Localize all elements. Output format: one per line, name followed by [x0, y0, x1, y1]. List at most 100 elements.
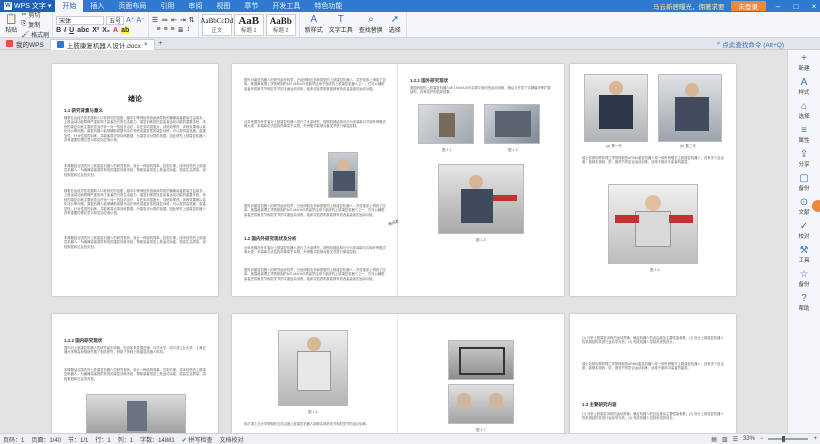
paste-icon: 📋 [5, 14, 18, 25]
zoom-out-icon[interactable]: − [760, 436, 764, 442]
side-backup-2[interactable]: ☆ 备份 [798, 269, 809, 288]
side-styles[interactable]: A 样式 [798, 77, 809, 96]
tab-references[interactable]: 引用 [153, 0, 181, 12]
side-share[interactable]: ⇪ 分享 [798, 149, 809, 168]
page-1[interactable]: 绪论 1.1 研究背景与意义 随着社会经济的发展和人口老龄化的加剧，脑卒中等神经… [52, 64, 218, 296]
status-pages: 页面：1/40 [31, 437, 62, 444]
underline-icon[interactable]: U [69, 27, 74, 34]
page-4[interactable]: (a) 第一代 (b) 第二代 瑞士苏黎世联邦理工学院研制的ARMin康复机器人… [570, 64, 736, 296]
text-tools-label: 文字工具 [328, 28, 353, 34]
font-color-icon[interactable]: A [113, 27, 118, 34]
copy-label: 复制 [28, 23, 41, 29]
font-size-select[interactable]: 五号 [106, 15, 125, 25]
login-button[interactable]: 未登录 [730, 1, 766, 11]
document-tab-bar: 我的WPS 上肢康复机器人设计.docx × + ⌕ 点此查找命令 (Alt+Q… [0, 38, 820, 50]
highlight-icon[interactable]: ab [121, 26, 130, 34]
promo-link[interactable]: 马云新居曝光，佣著求要 [653, 1, 725, 11]
side-backup[interactable]: ▢ 备份 [798, 173, 809, 192]
command-search[interactable]: ⌕ 点此查找命令 (Alt+Q) [717, 39, 784, 49]
section-heading: 1.2.1 国外研究现状 [410, 78, 449, 83]
zoom-level[interactable]: 33% [743, 436, 755, 442]
bold-icon[interactable]: B [56, 27, 61, 34]
font-name-select[interactable]: 宋体 [56, 15, 105, 25]
sort-icon[interactable]: ⇅ [189, 16, 195, 24]
text-tools-button[interactable]: T 文字工具 [327, 15, 355, 35]
style-normal[interactable]: AaBbCcDd 正文 [200, 13, 234, 36]
tab-home[interactable]: 开始 [55, 0, 84, 12]
tab-page-layout[interactable]: 页面布局 [111, 0, 153, 12]
grow-font-icon[interactable]: A⁺ [126, 16, 134, 25]
doc-check-button[interactable]: 文档校对 [219, 435, 243, 444]
page-5[interactable]: 1.2.2 国内研究现状 国内对上肢康复机器人的研究起步较晚，但近年来发展迅速，… [52, 314, 218, 433]
style-normal-label: 正文 [211, 27, 223, 34]
paragraph: 瑞士苏黎世联邦理工学院研制的ARMin康复机器人是一种外骨骼式上肢康复机器人，具… [582, 362, 724, 371]
copy-button[interactable]: ⎘ 复制 [21, 20, 49, 29]
justify-icon[interactable]: ≣ [178, 26, 184, 34]
zoom-in-icon[interactable]: + [813, 436, 817, 442]
tab-my-wps[interactable]: 我的WPS [0, 38, 50, 49]
style-heading-2-sample: AaBb [269, 15, 292, 26]
style-heading-2[interactable]: AaBb 标题 2 [265, 13, 296, 36]
indent-icon[interactable]: ⇥ [180, 16, 186, 24]
paragraph: 本课题结合国内外上肢康复机器人的研究现状，设计一种结构简单、控制方便、成本较低的… [64, 164, 206, 177]
bullets-icon[interactable]: ☰ [152, 16, 158, 24]
web-view-icon[interactable]: ▥ [722, 436, 728, 443]
document-area[interactable]: 绪论 1.1 研究背景与意义 随着社会经济的发展和人口老龄化的加剧，脑卒中等神经… [0, 50, 787, 433]
search-icon: ⌕ [367, 14, 374, 25]
page-6[interactable]: 图 1-6 哈尔滨工业大学研制的五自由度上肢康复机器人能够实现肩关节和肘关节的运… [232, 314, 398, 433]
floating-assistant-icon[interactable] [812, 200, 820, 212]
page-2[interactable]: 国外对康复机器人的研究起步较早，已经研制出多种类型的上肢康复机器人，并在临床上得… [232, 64, 398, 296]
brush-icon: 🖌 [21, 32, 30, 38]
tab-view[interactable]: 视图 [209, 0, 237, 12]
tab-insert[interactable]: 插入 [83, 0, 111, 12]
outdent-icon[interactable]: ⇤ [171, 16, 177, 24]
close-tab-icon[interactable]: × [144, 41, 148, 48]
cut-button[interactable]: ✂ 剪切 [21, 10, 49, 19]
tab-features[interactable]: 特色功能 [307, 0, 349, 12]
side-backup-label: 备份 [798, 186, 810, 192]
align-right-icon[interactable]: ≡ [171, 26, 175, 33]
page-8[interactable]: (1) 分析上肢康复训练的运动规律，确定机器人的自由度及主要性能参数。(2) 设… [570, 314, 736, 433]
style-normal-sample: AaBbCcDd [200, 16, 234, 25]
new-style-button[interactable]: A 新样式 [303, 15, 325, 35]
tab-developer[interactable]: 开发工具 [265, 0, 307, 12]
page-3[interactable]: 1.2.1 国外研究现状 美国研制的上肢康复机器人MIT-MANUS可实现平面内… [398, 64, 564, 296]
subscript-icon[interactable]: X₂ [102, 27, 110, 34]
side-proofread[interactable]: ✓ 校对 [798, 221, 809, 240]
select-icon: ⌂ [800, 101, 808, 112]
page-view-icon[interactable]: ▤ [711, 436, 717, 443]
strikethrough-icon[interactable]: abc [77, 27, 89, 34]
numbering-icon[interactable]: ≔ [161, 16, 168, 24]
style-heading-1[interactable]: AaB 标题 1 [233, 13, 264, 36]
superscript-icon[interactable]: X² [92, 27, 99, 34]
side-help-label: 帮助 [798, 306, 810, 312]
tab-chapter[interactable]: 章节 [237, 0, 265, 12]
side-select[interactable]: ⌂ 选择 [798, 101, 809, 120]
side-tools[interactable]: ⚒ 工具 [798, 245, 809, 264]
paste-button[interactable]: 📋 粘贴 [3, 14, 19, 35]
tab-document[interactable]: 上肢康复机器人设计.docx × [49, 38, 155, 50]
outline-view-icon[interactable]: ☰ [733, 436, 738, 443]
page-7[interactable]: 图 1-7 [398, 314, 564, 433]
select-button[interactable]: ➚ 选择 [387, 15, 403, 35]
find-replace-button[interactable]: ⌕ 查找替换 [357, 14, 385, 35]
side-properties[interactable]: ≡ 属性 [798, 125, 809, 144]
line-spacing-icon[interactable]: ↕ [187, 26, 191, 33]
close-icon[interactable]: × [808, 2, 820, 11]
zoom-slider[interactable] [768, 436, 809, 442]
side-references[interactable]: ⊙ 文献 [798, 197, 809, 216]
maximize-icon[interactable]: □ [790, 2, 802, 11]
align-left-icon[interactable]: ≡ [156, 26, 160, 33]
side-help[interactable]: ? 帮助 [798, 293, 809, 312]
figure-caption: 图 1-6 [308, 410, 318, 414]
italic-icon[interactable]: I [64, 27, 66, 34]
figure-image [418, 104, 474, 144]
shrink-font-icon[interactable]: A⁻ [136, 16, 144, 25]
new-tab-icon[interactable]: + [155, 40, 167, 47]
status-words[interactable]: 字数：14881 [140, 435, 175, 444]
tab-review[interactable]: 审阅 [181, 0, 209, 12]
align-center-icon[interactable]: ≡ [164, 26, 168, 33]
spell-check-toggle[interactable]: ✔ 拼写检查 [182, 435, 213, 444]
minimize-icon[interactable]: – [772, 2, 784, 11]
side-new[interactable]: + 新建 [798, 53, 809, 72]
